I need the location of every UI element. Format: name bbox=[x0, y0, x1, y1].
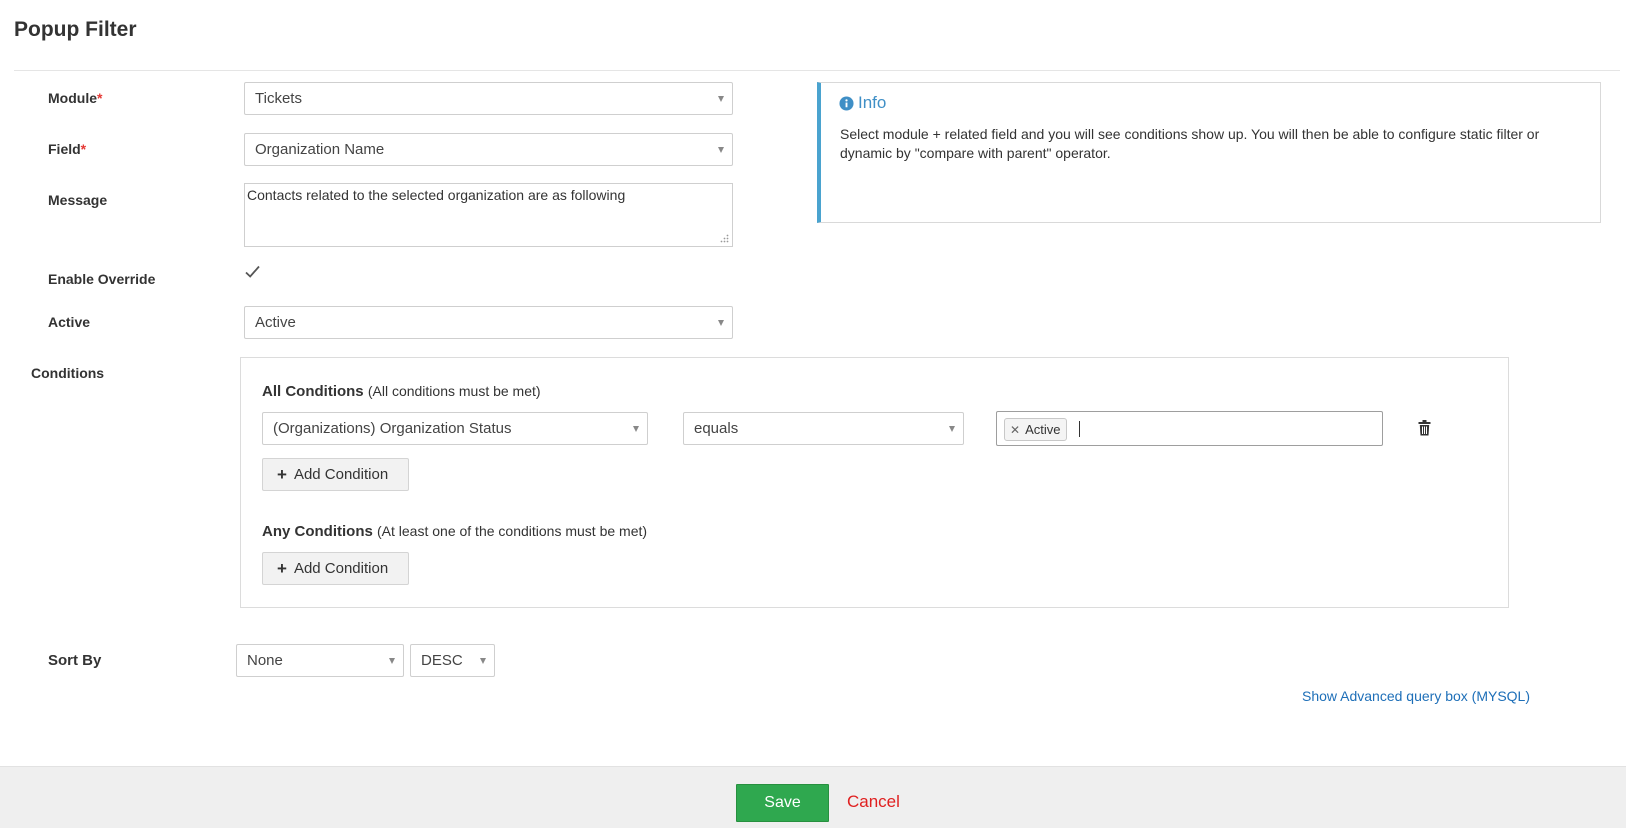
trash-icon[interactable] bbox=[1418, 420, 1431, 436]
text-cursor bbox=[1079, 421, 1080, 437]
sort-field-value: None bbox=[247, 652, 283, 669]
chevron-down-icon bbox=[389, 658, 395, 664]
module-select[interactable]: Tickets bbox=[244, 82, 733, 115]
active-select-value: Active bbox=[255, 314, 296, 331]
info-title-text: Info bbox=[858, 93, 887, 112]
chevron-down-icon bbox=[718, 320, 724, 326]
add-any-condition-button[interactable]: + Add Condition bbox=[262, 552, 409, 585]
header-divider bbox=[14, 70, 1620, 71]
plus-icon: + bbox=[277, 465, 287, 484]
sort-direction-select[interactable]: DESC bbox=[410, 644, 495, 677]
resize-grip-icon[interactable] bbox=[720, 234, 729, 243]
field-select[interactable]: Organization Name bbox=[244, 133, 733, 166]
field-label-text: Field bbox=[48, 141, 81, 157]
enable-override-checkbox[interactable] bbox=[244, 264, 261, 280]
required-mark: * bbox=[80, 141, 87, 157]
condition-value-input[interactable]: ✕ Active bbox=[996, 411, 1383, 446]
required-mark: * bbox=[97, 90, 103, 106]
sort-by-label: Sort By bbox=[48, 652, 102, 669]
value-tag: ✕ Active bbox=[1004, 418, 1068, 441]
save-button[interactable]: Save bbox=[736, 784, 829, 822]
message-textarea[interactable]: Contacts related to the selected organiz… bbox=[244, 183, 733, 247]
cancel-link[interactable]: Cancel bbox=[847, 792, 900, 812]
active-select[interactable]: Active bbox=[244, 306, 733, 339]
conditions-panel: All Conditions (All conditions must be m… bbox=[240, 357, 1509, 608]
any-conditions-subtext: (At least one of the conditions must be … bbox=[377, 523, 648, 539]
chevron-down-icon bbox=[480, 658, 486, 664]
show-advanced-query-link[interactable]: Show Advanced query box (MYSQL) bbox=[1302, 688, 1530, 704]
all-conditions-subtext: (All conditions must be met) bbox=[367, 383, 541, 399]
sort-direction-value: DESC bbox=[421, 652, 463, 669]
sort-field-select[interactable]: None bbox=[236, 644, 404, 677]
any-conditions-title: Any Conditions bbox=[262, 523, 373, 540]
chevron-down-icon bbox=[718, 96, 724, 102]
condition-operator-select[interactable]: equals bbox=[683, 412, 964, 445]
footer-bar: Save Cancel bbox=[0, 766, 1626, 828]
close-icon[interactable]: ✕ bbox=[1010, 423, 1020, 437]
add-condition-label: Add Condition bbox=[293, 466, 389, 483]
plus-icon: + bbox=[277, 559, 287, 578]
page-title: Popup Filter bbox=[14, 18, 137, 41]
all-conditions-title: All Conditions bbox=[262, 383, 364, 400]
module-label: Module* bbox=[48, 90, 102, 106]
module-select-value: Tickets bbox=[255, 90, 302, 107]
any-conditions-heading: Any Conditions (At least one of the cond… bbox=[262, 523, 647, 540]
message-label: Message bbox=[48, 192, 108, 208]
add-condition-label: Add Condition bbox=[293, 560, 389, 577]
field-label: Field* bbox=[48, 141, 86, 157]
info-panel: Info Select module + related field and y… bbox=[817, 82, 1601, 223]
module-label-text: Module bbox=[48, 90, 97, 106]
condition-operator-value: equals bbox=[694, 420, 739, 437]
value-tag-label: Active bbox=[1025, 422, 1061, 437]
info-circle-icon bbox=[839, 95, 854, 111]
all-conditions-heading: All Conditions (All conditions must be m… bbox=[262, 383, 541, 400]
info-text: Select module + related field and you wi… bbox=[840, 126, 1540, 161]
enable-override-label: Enable Override bbox=[48, 271, 156, 287]
conditions-label: Conditions bbox=[31, 365, 105, 381]
field-select-value: Organization Name bbox=[255, 141, 385, 158]
chevron-down-icon bbox=[633, 426, 639, 432]
info-title: Info bbox=[839, 93, 886, 113]
active-label: Active bbox=[48, 314, 91, 330]
message-text: Contacts related to the selected organiz… bbox=[247, 187, 626, 203]
condition-field-value: (Organizations) Organization Status bbox=[273, 420, 512, 437]
chevron-down-icon bbox=[718, 147, 724, 153]
chevron-down-icon bbox=[949, 426, 955, 432]
condition-field-select[interactable]: (Organizations) Organization Status bbox=[262, 412, 648, 445]
add-all-condition-button[interactable]: + Add Condition bbox=[262, 458, 409, 491]
